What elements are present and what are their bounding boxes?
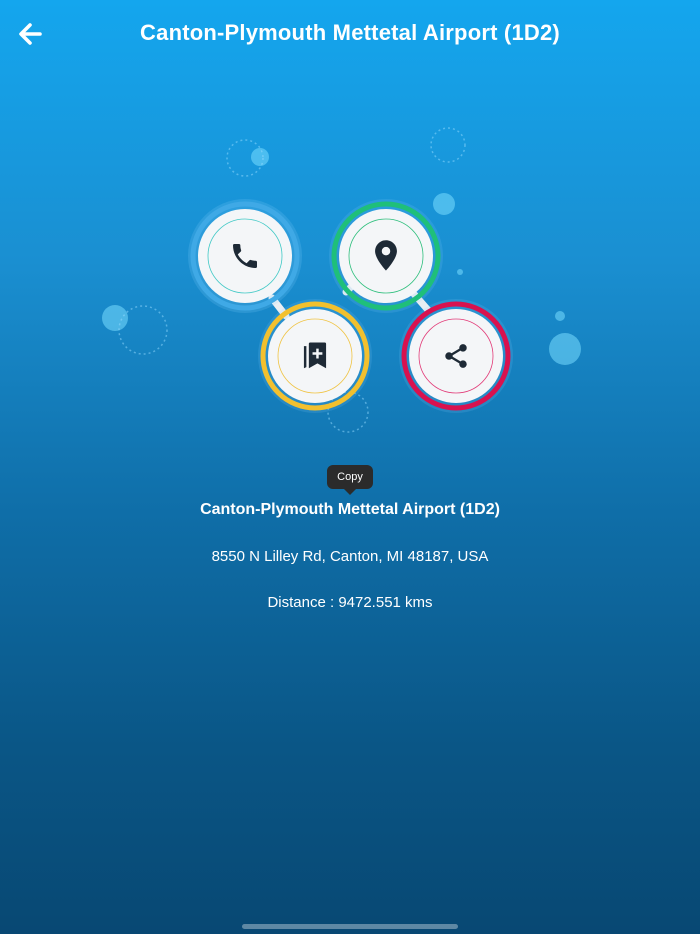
map-button[interactable] (339, 209, 433, 303)
copy-tooltip[interactable]: Copy (327, 465, 373, 495)
distance-text: Distance : 9472.551 kms (267, 594, 433, 611)
airport-address: 8550 N Lilley Rd, Canton, MI 48187, USA (211, 548, 489, 565)
share-button[interactable] (409, 309, 503, 403)
bookmark-add-icon (303, 342, 327, 369)
airport-name[interactable]: Canton-Plymouth Mettetal Airport (1D2) (0, 501, 700, 519)
call-button[interactable] (198, 209, 292, 303)
bookmark-button[interactable] (268, 309, 362, 403)
phone-icon (233, 244, 257, 268)
home-indicator (242, 924, 458, 929)
map-pin-icon (375, 240, 397, 271)
share-icon (445, 344, 467, 368)
